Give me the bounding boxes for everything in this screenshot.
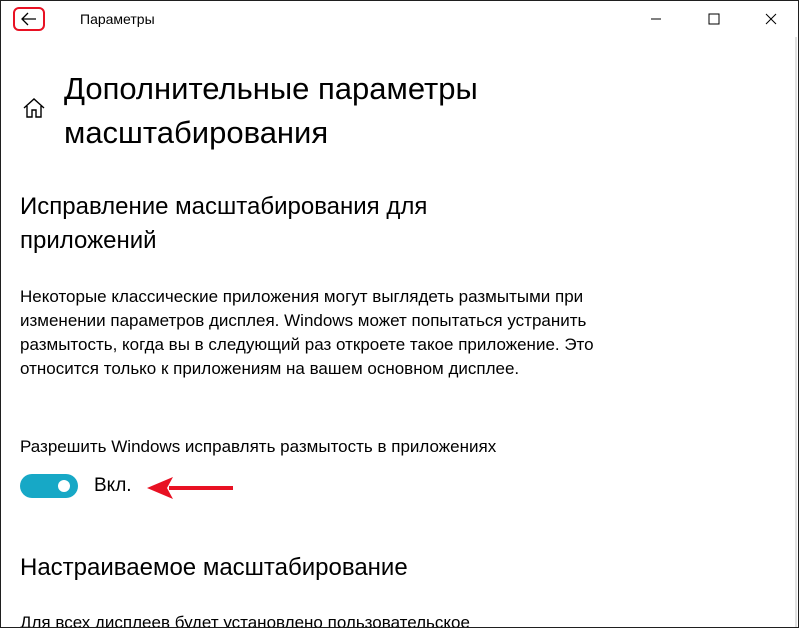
settings-window: Параметры Дополнительные параметры масшт… (0, 0, 799, 628)
title-bar: Параметры (1, 1, 798, 37)
red-arrow-icon (147, 477, 233, 499)
maximize-button[interactable] (691, 1, 737, 37)
fix-blur-toggle[interactable] (20, 474, 78, 498)
toggle-knob (58, 480, 70, 492)
maximize-icon (708, 13, 720, 25)
minimize-button[interactable] (633, 1, 679, 37)
section-title-fix-scaling: Исправление масштабирования для приложен… (20, 193, 428, 254)
home-button[interactable] (22, 96, 46, 120)
back-button[interactable] (13, 7, 45, 31)
section-description: Некоторые классические приложения могут … (20, 287, 594, 378)
app-title: Параметры (80, 11, 155, 27)
toggle-label: Разрешить Windows исправлять размытость … (20, 437, 497, 456)
home-icon (23, 98, 45, 118)
back-arrow-icon (21, 12, 36, 26)
minimize-icon (651, 18, 661, 20)
page-title: Дополнительные параметры масштабирования (64, 71, 478, 150)
scrollbar[interactable] (795, 37, 797, 627)
close-button[interactable] (748, 1, 794, 37)
custom-scaling-description: Для всех дисплеев будет установлено поль… (20, 613, 470, 628)
toggle-state-label: Вкл. (94, 475, 132, 496)
close-icon (765, 13, 777, 25)
section-title-custom-scaling: Настраиваемое масштабирование (20, 554, 408, 581)
